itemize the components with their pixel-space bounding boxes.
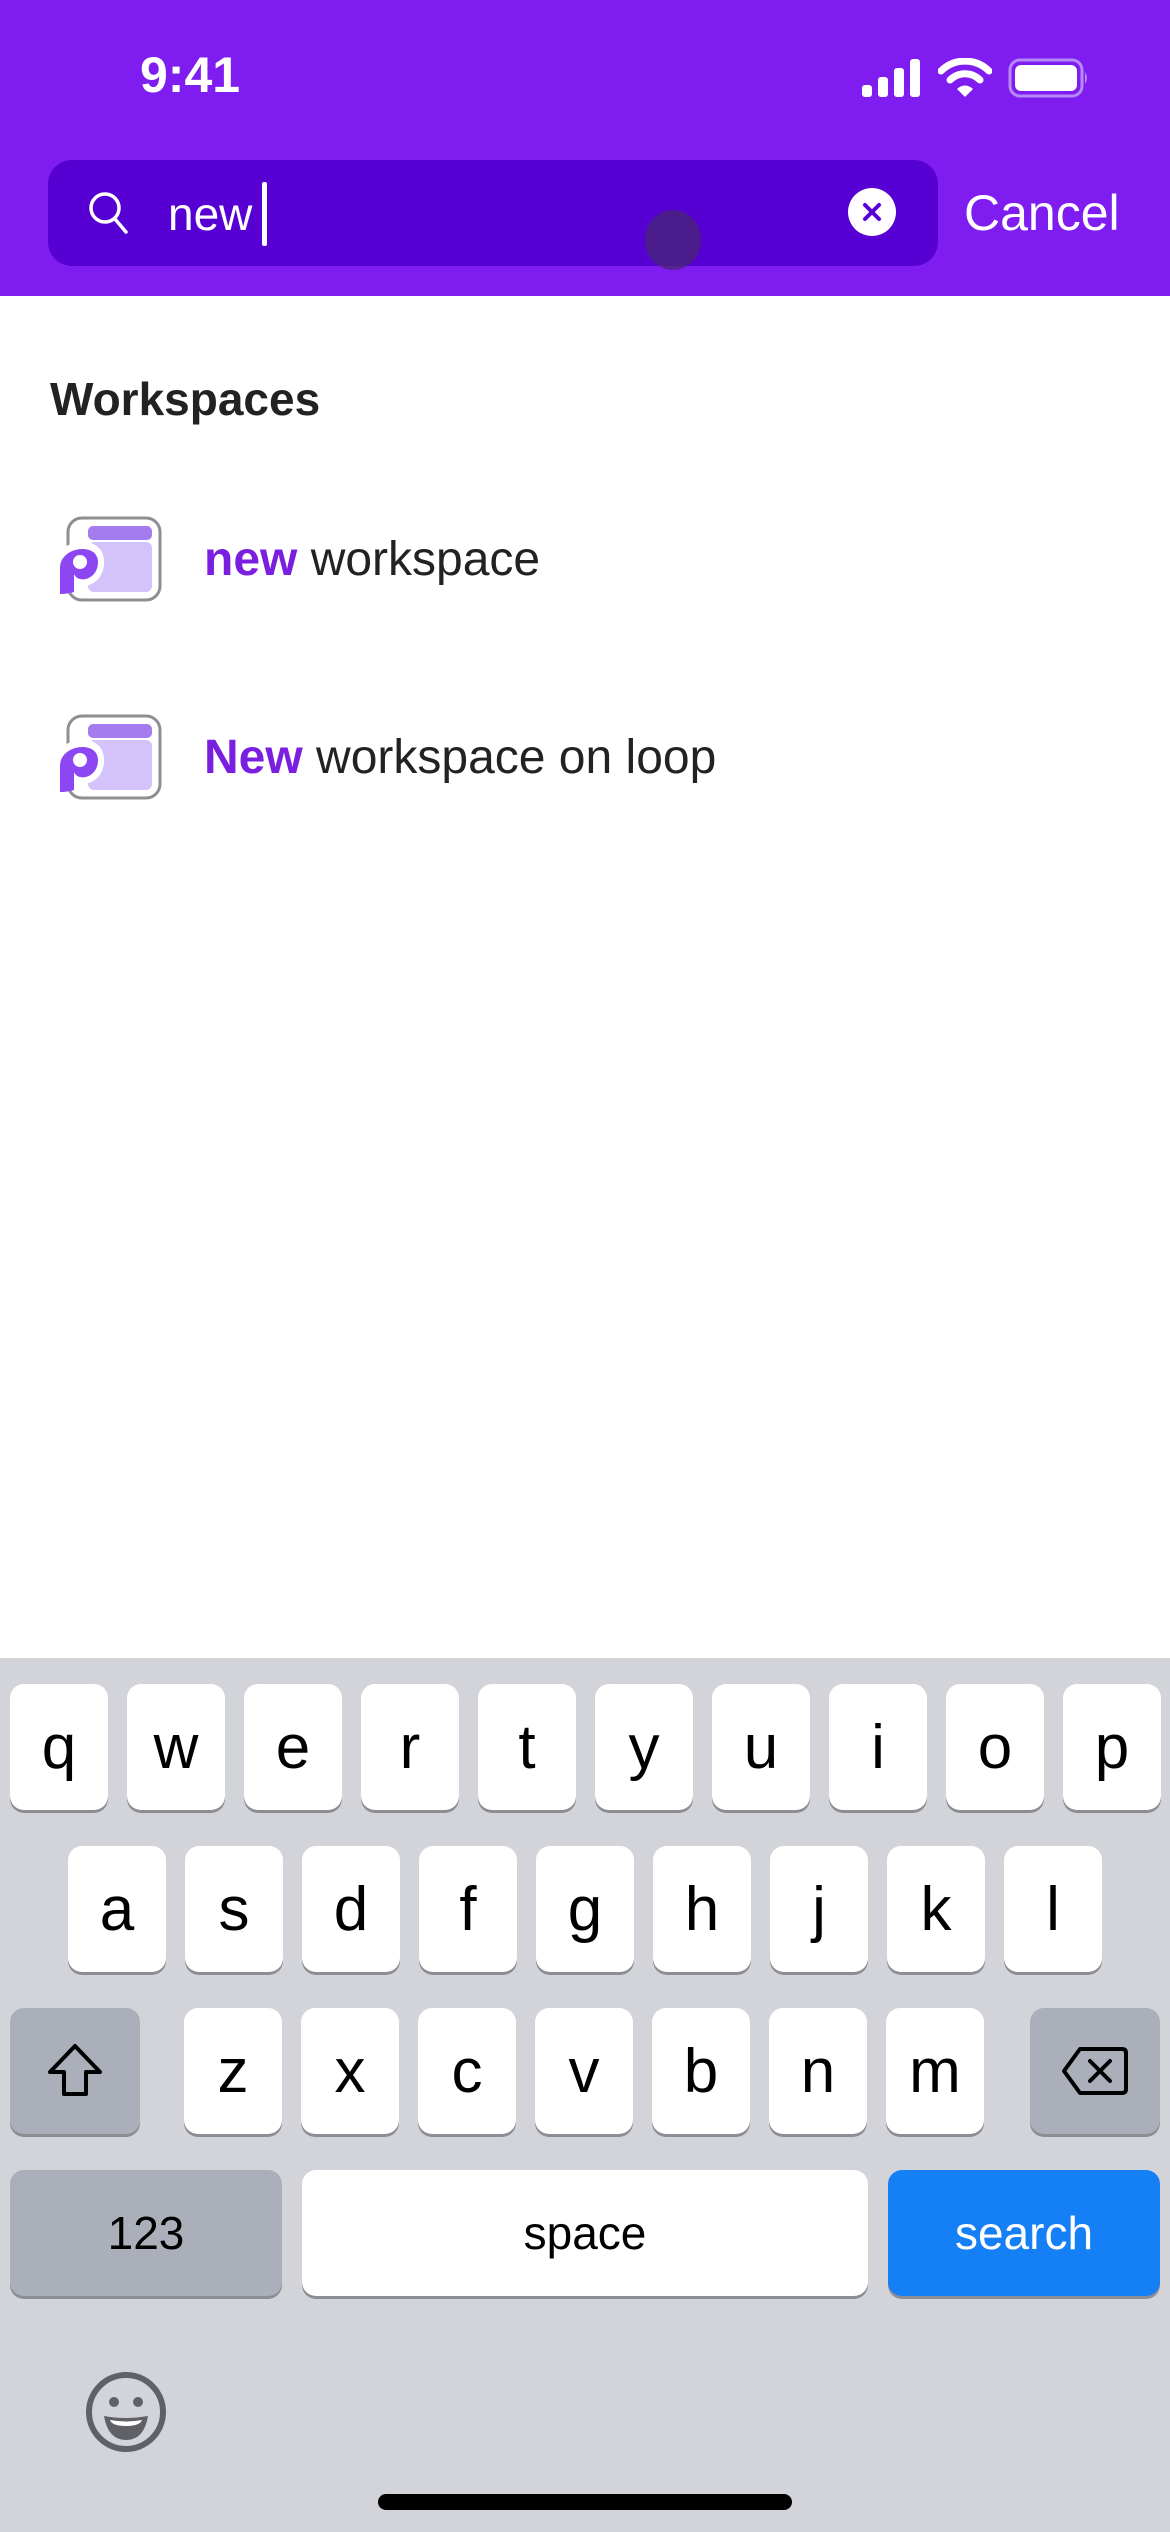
battery-icon: [1008, 58, 1087, 98]
home-indicator: [378, 2494, 792, 2510]
key-t[interactable]: t: [478, 1684, 576, 1810]
search-input[interactable]: new: [168, 182, 268, 246]
key-u[interactable]: u: [712, 1684, 810, 1810]
key-s[interactable]: s: [185, 1846, 283, 1972]
status-time: 9:41: [140, 47, 241, 103]
cellular-signal-icon: [862, 59, 920, 97]
key-r[interactable]: r: [361, 1684, 459, 1810]
workspace-icon: [56, 714, 162, 800]
key-d[interactable]: d: [302, 1846, 400, 1972]
shift-key[interactable]: [10, 2008, 140, 2134]
key-m[interactable]: m: [886, 2008, 984, 2134]
key-x[interactable]: x: [301, 2008, 399, 2134]
result-label: new workspace: [204, 532, 540, 587]
space-key[interactable]: space: [302, 2170, 868, 2296]
result-label-rest: workspace: [297, 532, 541, 586]
key-z[interactable]: z: [184, 2008, 282, 2134]
key-j[interactable]: j: [770, 1846, 868, 1972]
search-result-item[interactable]: New workspace on loop: [0, 682, 1170, 832]
key-f[interactable]: f: [419, 1846, 517, 1972]
key-y[interactable]: y: [595, 1684, 693, 1810]
key-e[interactable]: e: [244, 1684, 342, 1810]
clear-search-button[interactable]: [848, 188, 896, 236]
backspace-icon: [1062, 2047, 1128, 2095]
key-o[interactable]: o: [946, 1684, 1044, 1810]
clear-circle-icon: [863, 203, 881, 221]
search-field[interactable]: new: [48, 160, 938, 266]
key-b[interactable]: b: [652, 2008, 750, 2134]
search-header: 9:41 new Cancel: [0, 0, 1170, 296]
key-k[interactable]: k: [887, 1846, 985, 1972]
result-label-rest: workspace on loop: [302, 730, 717, 784]
key-i[interactable]: i: [829, 1684, 927, 1810]
key-n[interactable]: n: [769, 2008, 867, 2134]
shift-icon: [48, 2044, 102, 2096]
search-result-item[interactable]: new workspace: [0, 484, 1170, 634]
text-caret: [262, 182, 268, 246]
key-v[interactable]: v: [535, 2008, 633, 2134]
delete-key[interactable]: [1030, 2008, 1160, 2134]
wifi-icon: [938, 58, 992, 97]
key-c[interactable]: c: [418, 2008, 516, 2134]
match-highlight: New: [204, 730, 303, 784]
key-l[interactable]: l: [1004, 1846, 1102, 1972]
result-label: New workspace on loop: [204, 730, 716, 785]
workspace-icon: [56, 516, 162, 602]
key-h[interactable]: h: [653, 1846, 751, 1972]
emoji-icon[interactable]: [84, 2370, 168, 2454]
key-w[interactable]: w: [127, 1684, 225, 1810]
key-a[interactable]: a: [68, 1846, 166, 1972]
search-input-value: new: [168, 188, 253, 240]
key-p[interactable]: p: [1063, 1684, 1161, 1810]
keyboard: qwertyuiop asdfghjkl zxcvbnm 123 space s…: [0, 1658, 1170, 2532]
touch-indicator: [645, 210, 701, 270]
match-highlight: new: [204, 532, 298, 586]
cancel-button[interactable]: Cancel: [964, 184, 1120, 242]
key-q[interactable]: q: [10, 1684, 108, 1810]
search-key[interactable]: search: [888, 2170, 1160, 2296]
magnifier-icon: [89, 192, 128, 234]
section-title-workspaces: Workspaces: [50, 373, 321, 425]
numbers-key[interactable]: 123: [10, 2170, 282, 2296]
status-icons: [862, 58, 1090, 98]
key-g[interactable]: g: [536, 1846, 634, 1972]
